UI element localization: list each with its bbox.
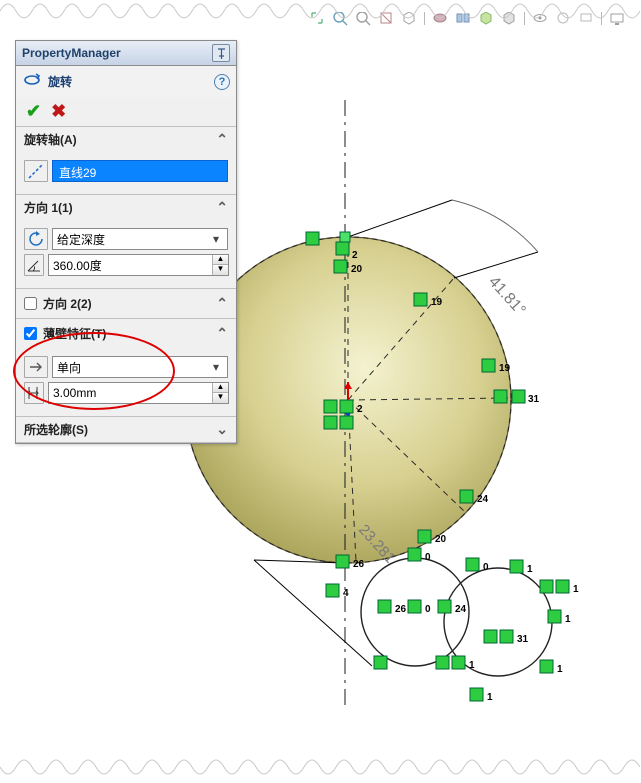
cancel-button[interactable]: ✖ — [51, 101, 66, 122]
svg-text:24: 24 — [455, 604, 467, 615]
panel-header: PropertyManager — [16, 41, 236, 66]
angle-dimension: 41.81° — [485, 273, 529, 319]
thickness-icon — [24, 382, 44, 404]
svg-text:20: 20 — [351, 264, 363, 275]
svg-text:4: 4 — [343, 588, 349, 599]
section-header-dir2[interactable]: 方向 2(2) ⌃ — [16, 288, 236, 318]
display-style-button[interactable] — [430, 8, 450, 28]
angle-spinner[interactable]: ▲▼ — [212, 255, 228, 275]
axis-icon — [24, 160, 48, 182]
svg-text:19: 19 — [431, 297, 443, 308]
svg-text:1: 1 — [487, 692, 493, 703]
thickness-input[interactable] — [49, 386, 212, 400]
zoom-fit-button[interactable] — [307, 8, 327, 28]
collapse-icon[interactable]: ⌃ — [216, 131, 228, 148]
collapse-icon[interactable]: ⌃ — [216, 199, 228, 216]
scene-button[interactable] — [476, 8, 496, 28]
svg-text:1: 1 — [573, 584, 579, 595]
angle-input[interactable] — [49, 258, 212, 272]
svg-text:1: 1 — [527, 564, 533, 575]
chevron-down-icon: ▾ — [209, 360, 223, 374]
svg-text:1: 1 — [565, 614, 571, 625]
svg-text:1: 1 — [557, 664, 563, 675]
collapse-icon[interactable]: ⌃ — [216, 295, 228, 312]
svg-text:26: 26 — [353, 559, 365, 570]
render-tools-button[interactable] — [553, 8, 573, 28]
reverse-direction-icon[interactable] — [24, 228, 48, 250]
previous-view-button[interactable] — [353, 8, 373, 28]
feature-name: 旋转 — [48, 73, 72, 90]
fullscreen-button[interactable] — [607, 8, 627, 28]
property-manager-panel: PropertyManager 旋转 ? ✔ ✖ 旋转轴(A) ⌃ 直线29 方… — [15, 40, 237, 444]
ok-button[interactable]: ✔ — [26, 101, 41, 122]
zoom-area-button[interactable] — [330, 8, 350, 28]
svg-text:2: 2 — [352, 250, 358, 261]
feature-title-row: 旋转 ? — [16, 66, 236, 97]
svg-text:0: 0 — [425, 604, 431, 615]
svg-text:0: 0 — [483, 562, 489, 573]
hide-show-button[interactable] — [453, 8, 473, 28]
svg-text:0: 0 — [425, 552, 431, 563]
thickness-spinner[interactable]: ▲▼ — [212, 383, 228, 403]
section-view-button[interactable] — [376, 8, 396, 28]
dir2-checkbox[interactable] — [24, 297, 37, 310]
svg-text:19: 19 — [499, 363, 511, 374]
svg-text:31: 31 — [517, 634, 529, 645]
end-condition-combo[interactable]: 给定深度 ▾ — [52, 228, 228, 250]
angle-icon — [24, 254, 44, 276]
section-header-axis[interactable]: 旋转轴(A) ⌃ — [16, 126, 236, 152]
svg-text:1: 1 — [469, 660, 475, 671]
help-button[interactable]: ? — [214, 74, 230, 90]
svg-text:24: 24 — [477, 494, 489, 505]
pin-icon[interactable] — [212, 44, 230, 62]
svg-text:26: 26 — [395, 604, 407, 615]
apply-scene-button[interactable] — [499, 8, 519, 28]
visibility-button[interactable] — [530, 8, 550, 28]
panel-title: PropertyManager — [22, 46, 121, 60]
view-orientation-button[interactable] — [399, 8, 419, 28]
collapse-icon[interactable]: ⌃ — [216, 325, 228, 342]
revolve-icon — [22, 70, 42, 93]
view-settings-button[interactable] — [576, 8, 596, 28]
thin-type-combo[interactable]: 单向 ▾ — [52, 356, 228, 378]
section-header-dir1[interactable]: 方向 1(1) ⌃ — [16, 194, 236, 220]
svg-text:2: 2 — [357, 404, 363, 415]
reverse-thin-icon[interactable] — [24, 356, 48, 378]
svg-text:31: 31 — [528, 394, 540, 405]
section-header-thin[interactable]: 薄壁特征(T) ⌃ — [16, 318, 236, 348]
expand-icon[interactable]: ⌄ — [216, 421, 228, 438]
section-header-contour[interactable]: 所选轮廓(S) ⌄ — [16, 416, 236, 443]
thin-feature-checkbox[interactable] — [24, 327, 37, 340]
chevron-down-icon: ▾ — [209, 232, 223, 246]
axis-selection[interactable]: 直线29 — [52, 160, 228, 182]
view-toolbar — [307, 8, 627, 28]
svg-text:20: 20 — [435, 534, 447, 545]
